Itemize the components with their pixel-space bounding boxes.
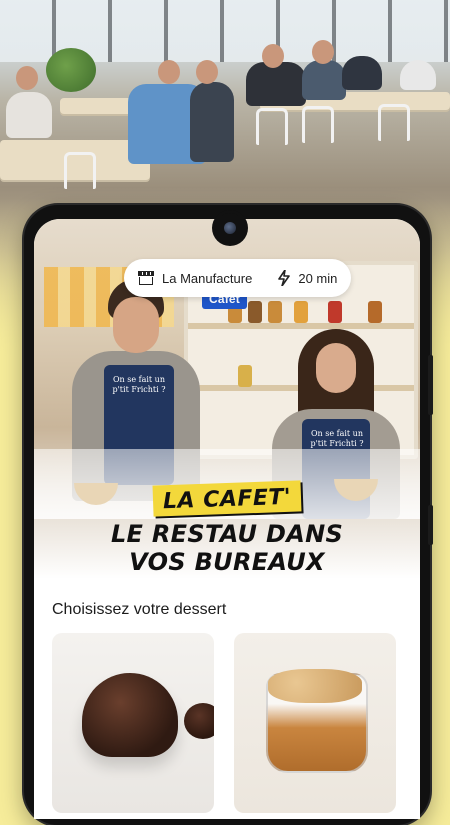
location-name: La Manufacture bbox=[162, 270, 253, 286]
product-jar bbox=[238, 365, 252, 387]
store-icon bbox=[138, 271, 154, 285]
chair bbox=[378, 104, 410, 141]
headline: LA CAFET' LE RESTAU DANS VOS BUREAUX bbox=[34, 480, 420, 576]
headline-line-2: VOS BUREAUX bbox=[129, 548, 325, 576]
headline-line-1: LE RESTAU DANS bbox=[110, 520, 344, 548]
volume-button bbox=[428, 505, 433, 545]
face bbox=[113, 297, 159, 353]
product-jar bbox=[294, 301, 308, 323]
person-head bbox=[312, 40, 334, 64]
lava-cake-image bbox=[82, 673, 178, 757]
crumble-topping bbox=[268, 669, 362, 703]
face bbox=[316, 343, 356, 393]
chair bbox=[302, 106, 334, 143]
product-jar bbox=[248, 301, 262, 323]
person bbox=[6, 92, 52, 138]
apron-text: On se fait un p'tit Frichti ? bbox=[112, 375, 166, 394]
front-camera bbox=[215, 213, 245, 243]
person bbox=[302, 60, 346, 100]
lava-cake-image-2 bbox=[184, 703, 214, 739]
location-pill[interactable]: La Manufacture 20 min bbox=[124, 259, 352, 297]
plant bbox=[46, 48, 96, 92]
chair bbox=[64, 152, 96, 189]
product-jar bbox=[268, 301, 282, 323]
apron-text: On se fait un p'tit Frichti ? bbox=[310, 429, 364, 448]
product-jar bbox=[368, 301, 382, 323]
person-head bbox=[262, 44, 284, 68]
person-head bbox=[16, 66, 38, 90]
person bbox=[400, 60, 436, 90]
person-head bbox=[158, 60, 180, 84]
person bbox=[190, 82, 234, 162]
lightning-icon bbox=[278, 270, 291, 286]
person bbox=[342, 56, 382, 90]
product-jar bbox=[328, 301, 342, 323]
dessert-card-lava-cake[interactable] bbox=[52, 633, 214, 813]
section-title: Choisissez votre dessert bbox=[52, 601, 227, 618]
chair bbox=[256, 108, 288, 145]
power-button bbox=[428, 355, 433, 415]
person-head bbox=[196, 60, 218, 84]
phone-mockup: Cafet On se fait un p'tit Frichti ? On s… bbox=[24, 205, 433, 825]
app-screen: Cafet On se fait un p'tit Frichti ? On s… bbox=[34, 219, 420, 819]
person bbox=[246, 62, 306, 106]
dessert-card-crumble[interactable] bbox=[234, 633, 396, 813]
eta-label: 20 min bbox=[298, 270, 338, 286]
headline-tag: LA CAFET' bbox=[152, 480, 302, 517]
